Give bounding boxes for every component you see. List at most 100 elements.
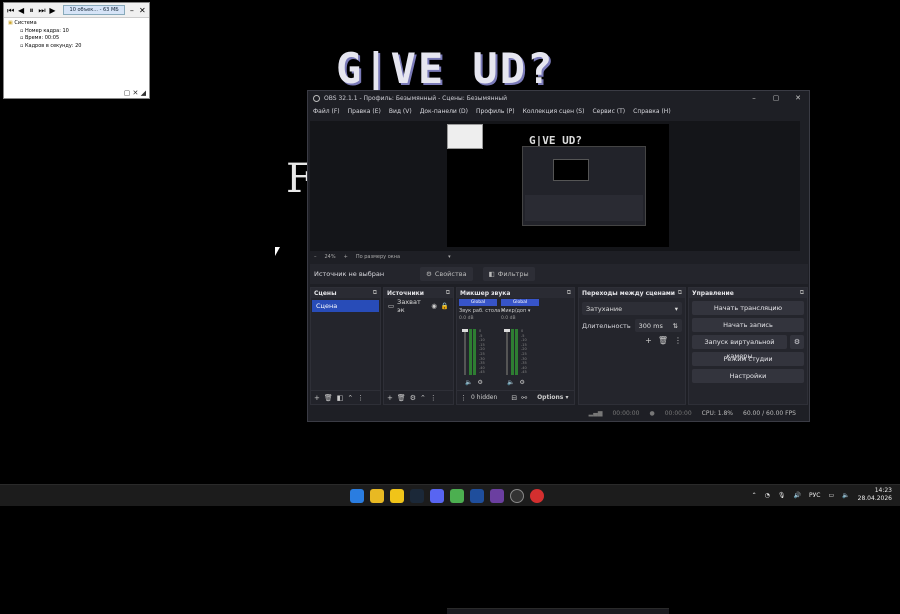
step-forward-icon[interactable]: ⏭	[38, 6, 45, 15]
undock-icon[interactable]: ⧉	[800, 289, 804, 297]
add-icon[interactable]: +	[387, 394, 393, 402]
layout-icon[interactable]: ⊟	[511, 394, 517, 402]
start-icon[interactable]	[350, 489, 364, 503]
properties-button[interactable]: ⚙ Свойства	[420, 267, 473, 281]
minimize-icon[interactable]: –	[128, 6, 135, 15]
link-icon[interactable]: ⚯	[521, 394, 527, 402]
channel-name[interactable]: Микр/доп ▾	[501, 308, 539, 314]
zoom-in-icon[interactable]: +	[344, 254, 348, 260]
start-recording-button[interactable]: Начать запись	[692, 318, 804, 332]
stats-footer-icons: ▢ ✕ ◢	[123, 89, 146, 97]
undock-icon[interactable]: ⧉	[446, 289, 450, 297]
eye-icon[interactable]: ◉	[431, 302, 437, 310]
close-icon[interactable]: ✕	[787, 94, 809, 102]
add-icon[interactable]: +	[314, 394, 320, 402]
zoom-out-icon[interactable]: –	[314, 254, 317, 260]
step-back-icon[interactable]: ◀	[17, 6, 24, 15]
app-icon[interactable]	[470, 489, 484, 503]
menu-view[interactable]: Вид (V)	[389, 108, 412, 115]
menu-edit[interactable]: Правка (E)	[348, 108, 381, 115]
close-icon[interactable]: ✕	[139, 6, 146, 15]
trash-icon[interactable]: 🗑	[324, 394, 333, 402]
more-icon[interactable]: ⋮	[430, 394, 437, 402]
chrome-icon[interactable]	[450, 489, 464, 503]
more-icon[interactable]: ⋮	[357, 394, 364, 402]
tree-item-label: Кадров в секунду: 20	[24, 42, 82, 49]
volume-icon[interactable]: 🔊	[794, 492, 801, 499]
volume-knob[interactable]	[504, 329, 510, 332]
undock-icon[interactable]: ⧉	[678, 289, 682, 297]
cpu-usage: CPU: 1.8%	[701, 410, 734, 417]
settings-button[interactable]: Настройки	[692, 369, 804, 383]
transition-select[interactable]: Затухание ▾	[582, 302, 682, 315]
stats-toolbar: ⏮ ◀ ⏸ ⏭ ▶ 10 объек... - 63 МБ – ✕	[4, 3, 149, 18]
language-indicator[interactable]: РУС	[809, 492, 820, 499]
menu-docks[interactable]: Док-панели (D)	[420, 108, 468, 115]
obs-window[interactable]: OBS 32.1.1 - Профиль: Безымянный - Сцены…	[307, 90, 810, 614]
speaker-icon[interactable]: 🔈	[507, 379, 514, 386]
no-source-label: Источник не выбран	[314, 270, 385, 278]
pause-icon[interactable]: ⏸	[28, 6, 35, 15]
start-virtual-camera-button[interactable]: Запуск виртуальной камеры	[692, 335, 787, 360]
duration-input[interactable]: 300 ms ⇅	[634, 319, 682, 332]
add-icon[interactable]: +	[645, 336, 652, 345]
stats-window[interactable]: ⏮ ◀ ⏸ ⏭ ▶ 10 объек... - 63 МБ – ✕ ▣ Сист…	[3, 2, 150, 99]
trash-icon[interactable]: 🗑	[397, 394, 406, 402]
undock-icon[interactable]: ⧉	[567, 289, 571, 297]
volume-knob[interactable]	[462, 329, 468, 332]
volume-slider[interactable]	[464, 329, 466, 375]
studio-mode-button[interactable]: Режим студии	[692, 352, 804, 366]
canvas-window-thumb	[447, 124, 483, 149]
menu-scene-collection[interactable]: Коллекция сцен (S)	[523, 108, 585, 115]
maximize-icon[interactable]: ▢	[765, 94, 787, 102]
lock-icon[interactable]: 🔒	[441, 302, 449, 310]
play-icon[interactable]: ▶	[49, 6, 56, 15]
app-icon[interactable]	[390, 489, 404, 503]
mic-icon[interactable]: 🎙	[778, 492, 786, 499]
mixer-dock: Микшер звука ⧉ Global Звук раб. стола ▾ 0…	[456, 287, 575, 405]
trash-icon[interactable]: 🗑	[658, 336, 668, 345]
hidden-count[interactable]: 0 hidden	[471, 394, 497, 401]
more-icon[interactable]: ⋮	[674, 336, 682, 345]
file-explorer-icon[interactable]	[370, 489, 384, 503]
chevron-up-icon[interactable]: ⌃	[752, 492, 757, 499]
app-icon[interactable]	[490, 489, 504, 503]
preview-area[interactable]: G|VE UD?	[310, 121, 800, 614]
more-icon[interactable]: ⋮	[460, 394, 467, 402]
discord-icon[interactable]	[430, 489, 444, 503]
source-item[interactable]: ▭ Захват эк ◉ 🔒	[385, 298, 452, 314]
filters-button[interactable]: ◧ Фильтры	[482, 267, 535, 281]
channel-name[interactable]: Звук раб. стола ▾	[459, 308, 504, 314]
speaker-icon[interactable]: 🔈	[465, 379, 472, 386]
volume-slider[interactable]	[506, 329, 508, 375]
zoom-fit-select[interactable]: По размеру окна	[356, 254, 400, 260]
stepper-icon[interactable]: ⇅	[673, 322, 678, 330]
gear-icon[interactable]: ⚙	[410, 394, 416, 402]
steam-icon[interactable]	[410, 489, 424, 503]
gear-icon[interactable]: ⚙	[477, 379, 482, 386]
network-icon[interactable]: ▭	[828, 492, 834, 499]
tree-root[interactable]: ▣ Система	[8, 20, 145, 28]
options-button[interactable]: Options ▾	[537, 394, 568, 401]
wifi-icon[interactable]: ◔	[765, 492, 770, 499]
minimize-icon[interactable]: –	[743, 94, 765, 102]
scene-item[interactable]: Сцена	[312, 300, 379, 312]
canvas-nested-preview	[553, 159, 589, 181]
menu-tools[interactable]: Сервис (T)	[592, 108, 625, 115]
gear-icon[interactable]: ⚙	[790, 335, 804, 349]
chevron-up-icon[interactable]: ⌃	[347, 394, 353, 402]
undock-icon[interactable]: ⧉	[373, 289, 377, 297]
skip-back-icon[interactable]: ⏮	[7, 6, 14, 15]
filter-icon[interactable]: ◧	[337, 394, 344, 402]
menu-help[interactable]: Справка (H)	[633, 108, 671, 115]
start-streaming-button[interactable]: Начать трансляцию	[692, 301, 804, 315]
gear-icon[interactable]: ⚙	[519, 379, 524, 386]
menu-profile[interactable]: Профиль (P)	[476, 108, 515, 115]
menu-file[interactable]: Файл (F)	[313, 108, 340, 115]
obs-icon[interactable]	[510, 489, 524, 503]
app-icon[interactable]	[530, 489, 544, 503]
chevron-up-icon[interactable]: ⌃	[420, 394, 426, 402]
clock[interactable]: 14:23 28.04.2026	[858, 487, 892, 503]
chevron-down-icon[interactable]: ▾	[448, 254, 451, 260]
speaker-icon[interactable]: 🔈	[842, 492, 849, 499]
